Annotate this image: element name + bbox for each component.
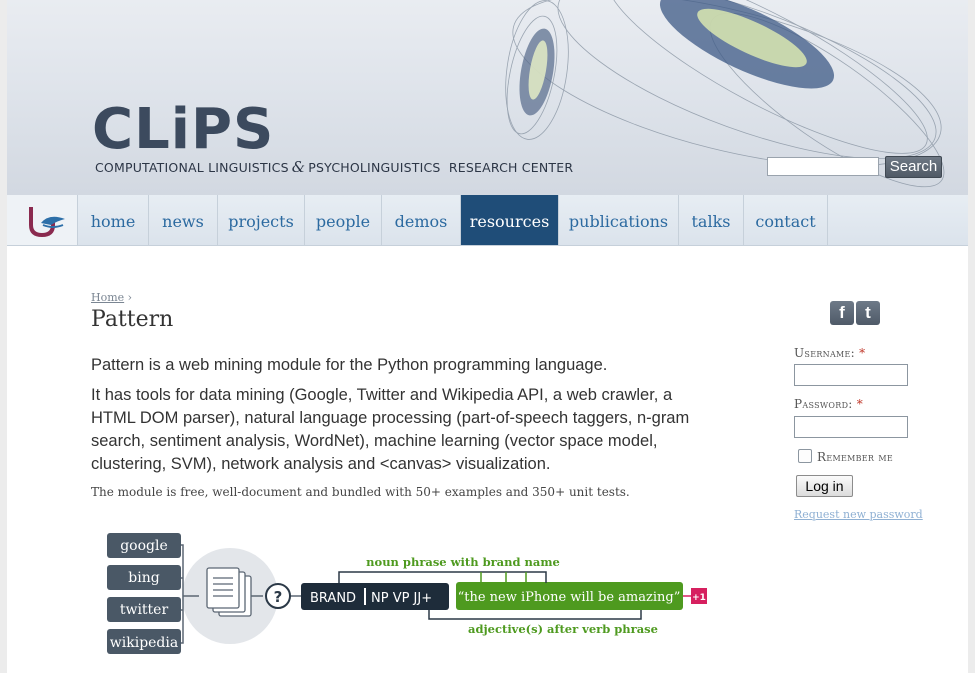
features-paragraph: It has tools for data mining (Google, Tw… [91, 386, 690, 473]
username-label: Username: * [794, 346, 865, 360]
nav-demos[interactable]: demos [382, 195, 461, 245]
site-logo-text[interactable]: CLiPS [92, 100, 274, 160]
nav-news[interactable]: news [149, 195, 218, 245]
license-paragraph: The module is free, well-document and bu… [91, 485, 630, 499]
clips-mark-icon [29, 207, 65, 238]
remember-me-checkbox[interactable] [798, 449, 812, 463]
nav-home[interactable]: home [78, 195, 149, 245]
nav-people[interactable]: people [305, 195, 382, 245]
source-twitter-button: twitter [107, 597, 181, 622]
documents-icon [206, 567, 252, 617]
bottom-bracket [428, 610, 642, 620]
source-twitter-label: twitter [120, 602, 169, 618]
source-wikipedia-button: wikipedia [107, 629, 181, 654]
source-wikipedia-label: wikipedia [110, 635, 178, 651]
password-field[interactable] [794, 416, 908, 438]
request-password-link[interactable]: Request new password [794, 508, 923, 521]
source-google-label: google [120, 538, 168, 554]
tag-rest: NP VP JJ+ [371, 591, 432, 606]
password-label: Password: * [794, 397, 863, 411]
search-input[interactable] [767, 157, 879, 176]
page-title: Pattern [91, 307, 174, 332]
quote-text: “the new iPhone will be amazing” [458, 590, 681, 605]
page-frame: CLiPS COMPUTATIONAL LINGUISTICS & PSYCHOLI… [7, 0, 968, 673]
breadcrumb-separator: › [127, 291, 133, 304]
top-green-bracket [480, 572, 527, 582]
question-mark: ? [274, 588, 283, 606]
password-required-mark: * [856, 397, 864, 411]
tag-brand: BRAND [310, 591, 356, 606]
pattern-diagram: google bing twitter wikipedia ? BRAND NP… [107, 533, 707, 654]
main-navigation: home news projects people demos resource… [7, 195, 968, 246]
top-label: noun phrase with brand name [366, 555, 560, 569]
intro-paragraph: Pattern is a web mining module for the P… [91, 356, 608, 374]
username-required-mark: * [859, 346, 866, 360]
source-bing-button: bing [107, 565, 181, 590]
bottom-label: adjective(s) after verb phrase [468, 622, 658, 636]
site-subtitle: COMPUTATIONAL LINGUISTICS & PSYCHOLINGUIST… [95, 158, 573, 176]
twitter-icon[interactable]: t [856, 301, 880, 325]
subtitle-left: COMPUTATIONAL LINGUISTICS [95, 160, 289, 175]
subtitle-ampersand: & [291, 158, 306, 176]
nav-resources[interactable]: resources [461, 195, 559, 245]
username-label-text: Username: [794, 346, 856, 360]
nav-contact[interactable]: contact [744, 195, 828, 245]
subtitle-right: PSYCHOLINGUISTICS RESEARCH CENTER [308, 160, 574, 175]
login-button[interactable]: Log in [796, 475, 853, 497]
site-header: CLiPS COMPUTATIONAL LINGUISTICS & PSYCHOLI… [7, 0, 968, 195]
nav-publications[interactable]: publications [559, 195, 679, 245]
social-links: ft [830, 301, 882, 325]
search-button[interactable]: Search [885, 156, 942, 178]
facebook-icon[interactable]: f [830, 301, 854, 325]
password-label-text: Password: [794, 397, 853, 411]
remember-me-label: Remember me [817, 450, 893, 464]
source-bing-label: bing [128, 570, 159, 586]
nav-talks[interactable]: talks [679, 195, 744, 245]
top-bracket [338, 571, 547, 583]
nav-projects[interactable]: projects [218, 195, 305, 245]
breadcrumb-home-link[interactable]: Home [91, 291, 124, 304]
username-field[interactable] [794, 364, 908, 386]
score-text: +1 [692, 593, 706, 603]
source-google-button: google [107, 533, 181, 558]
home-logo-icon[interactable] [7, 195, 78, 245]
breadcrumb: Home › [91, 291, 132, 304]
